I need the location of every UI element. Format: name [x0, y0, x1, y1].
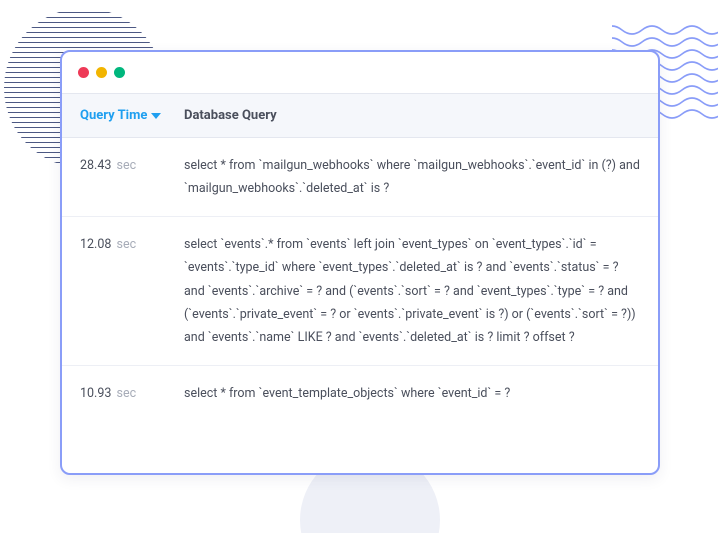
window-minimize-icon[interactable] — [96, 67, 107, 78]
cell-time: 10.93 sec — [80, 382, 184, 405]
cell-query: select * from `mailgun_webhooks` where `… — [184, 154, 640, 200]
time-unit: sec — [117, 158, 137, 173]
time-unit: sec — [117, 386, 137, 401]
query-window: Query Time Database Query 28.43 sec sele… — [60, 50, 660, 475]
column-header-database-query[interactable]: Database Query — [184, 108, 640, 123]
column-header-time-label: Query Time — [80, 108, 147, 123]
cell-time: 12.08 sec — [80, 233, 184, 349]
column-header-query-label: Database Query — [184, 108, 277, 123]
cell-query: select `events`.* from `events` left joi… — [184, 233, 640, 349]
cell-query: select * from `event_template_objects` w… — [184, 382, 640, 405]
window-close-icon[interactable] — [78, 67, 89, 78]
table-header: Query Time Database Query — [62, 94, 658, 138]
table-row: 10.93 sec select * from `event_template_… — [62, 366, 658, 421]
window-titlebar — [62, 52, 658, 94]
sort-desc-icon — [151, 113, 161, 119]
table-row: 12.08 sec select `events`.* from `events… — [62, 217, 658, 366]
time-value: 28.43 — [80, 158, 111, 173]
table-row: 28.43 sec select * from `mailgun_webhook… — [62, 138, 658, 217]
time-value: 12.08 — [80, 237, 111, 252]
column-header-query-time[interactable]: Query Time — [80, 108, 184, 123]
window-maximize-icon[interactable] — [114, 67, 125, 78]
cell-time: 28.43 sec — [80, 154, 184, 200]
time-value: 10.93 — [80, 386, 111, 401]
time-unit: sec — [117, 237, 137, 252]
